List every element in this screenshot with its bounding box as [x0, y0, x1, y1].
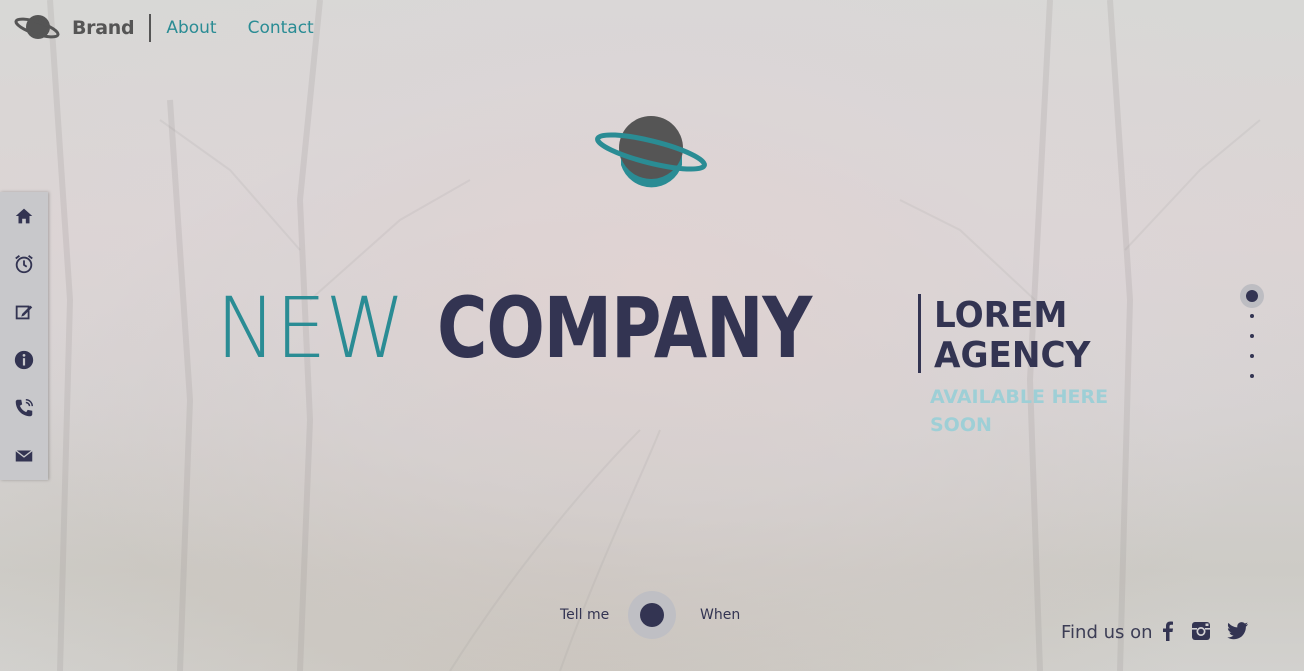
hero-subtitle-line2: AGENCY — [934, 335, 1091, 376]
sidebar-item-alarm[interactable] — [0, 240, 48, 288]
home-icon — [15, 208, 33, 224]
planet-hero-icon — [595, 116, 707, 188]
pager-dot[interactable] — [1250, 374, 1254, 378]
hero-title-light: NEW — [216, 279, 405, 377]
availability-line1: AVAILABLE HERE — [930, 386, 1109, 408]
pager-dot[interactable] — [1250, 334, 1254, 338]
tell-me-when-toggle[interactable] — [628, 591, 676, 639]
alarm-clock-icon — [15, 255, 33, 274]
instagram-icon[interactable] — [1190, 620, 1212, 642]
phone-icon — [15, 399, 33, 417]
nav-divider — [149, 14, 152, 42]
section-pager — [1240, 284, 1264, 384]
sidebar-item-info[interactable] — [0, 336, 48, 384]
hero-subtitle-line1: LOREM — [934, 295, 1068, 336]
sidebar-item-edit[interactable] — [0, 288, 48, 336]
availability-notice: AVAILABLE HERE SOON — [930, 383, 1110, 439]
side-menu — [0, 192, 48, 480]
brand-name[interactable]: Brand — [72, 17, 135, 39]
find-us-label: Find us on — [1061, 622, 1153, 643]
title-divider — [918, 294, 921, 373]
hero-subtitle: LOREM AGENCY — [934, 296, 1090, 376]
nav-link-contact[interactable]: Contact — [248, 18, 314, 38]
envelope-icon — [15, 449, 33, 462]
hero-title-bold: COMPANY — [437, 279, 812, 377]
sidebar-item-home[interactable] — [0, 192, 48, 240]
top-nav: Brand About Contact — [14, 12, 345, 44]
toggle-label-right: When — [700, 607, 741, 623]
availability-line2: SOON — [930, 414, 992, 436]
pager-dot[interactable] — [1250, 354, 1254, 358]
nav-link-about[interactable]: About — [166, 18, 216, 38]
info-icon — [14, 350, 34, 370]
edit-icon — [15, 305, 33, 320]
pager-dot-active[interactable] — [1240, 284, 1264, 308]
sidebar-item-mail[interactable] — [0, 432, 48, 480]
facebook-icon[interactable] — [1157, 620, 1179, 642]
sidebar-item-phone[interactable] — [0, 384, 48, 432]
planet-logo-icon[interactable] — [14, 12, 60, 44]
pager-dot[interactable] — [1250, 314, 1254, 318]
toggle-label-left: Tell me — [560, 607, 610, 623]
twitter-icon[interactable] — [1227, 620, 1249, 642]
